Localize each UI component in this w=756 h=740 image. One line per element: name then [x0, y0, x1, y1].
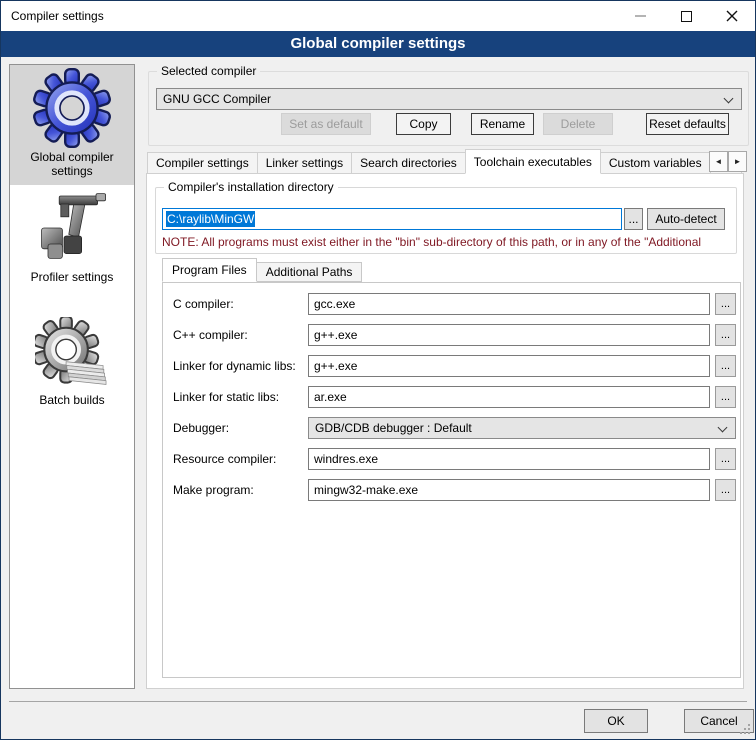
field-combo-value: GDB/CDB debugger : Default — [315, 421, 472, 435]
minimize-button[interactable] — [617, 1, 663, 31]
toolchain-row: C compiler: ... — [163, 293, 740, 315]
field-input-wrap — [308, 293, 710, 315]
browse-button[interactable]: ... — [715, 479, 736, 501]
set-as-default-button[interactable]: Set as default — [281, 113, 371, 135]
field-label: Resource compiler: — [173, 448, 276, 470]
installation-directory-value: C:\raylib\MinGW — [166, 211, 255, 227]
dialog-banner: Global compiler settings — [1, 31, 755, 57]
blue-gear-icon — [32, 68, 112, 148]
field-label: Make program: — [173, 479, 254, 501]
field-input-wrap — [308, 355, 710, 377]
sidebar-item-global-compiler-settings[interactable]: Global compiler settings — [10, 65, 134, 185]
chevron-down-icon — [724, 94, 734, 104]
copy-button[interactable]: Copy — [396, 113, 451, 135]
field-label: Debugger: — [173, 417, 229, 439]
installation-directory-group-label: Compiler's installation directory — [164, 180, 338, 194]
toolchain-row: Linker for dynamic libs: ... — [163, 355, 740, 377]
window-title: Compiler settings — [1, 9, 104, 23]
tab-linker-settings[interactable]: Linker settings — [257, 152, 352, 174]
program-files-pane: C compiler: ... C++ compiler: ... Linker… — [162, 282, 741, 678]
dialog-body: Global compiler settings — [1, 57, 755, 739]
tab-search-directories[interactable]: Search directories — [351, 152, 466, 174]
installation-directory-browse-button[interactable]: ... — [624, 208, 643, 230]
toolchain-executables-panel: Compiler's installation directory C:\ray… — [146, 173, 744, 689]
sidebar-item-label: Global compiler settings — [10, 148, 134, 178]
arrow-right-icon: ► — [734, 157, 742, 166]
batch-builds-gear-stack-icon — [35, 317, 109, 391]
field-input-wrap — [308, 479, 710, 501]
titlebar: Compiler settings — [1, 1, 755, 31]
compiler-select-value: GNU GCC Compiler — [163, 92, 271, 106]
window-controls — [617, 1, 755, 31]
field-label: C++ compiler: — [173, 324, 248, 346]
browse-button[interactable]: ... — [715, 293, 736, 315]
field-input-wrap — [308, 386, 710, 408]
tab-scroll-left-button[interactable]: ◄ — [709, 151, 728, 172]
field-label: Linker for dynamic libs: — [173, 355, 296, 377]
reset-defaults-button[interactable]: Reset defaults — [646, 113, 729, 135]
browse-button[interactable]: ... — [715, 386, 736, 408]
cancel-button[interactable]: Cancel — [684, 709, 754, 733]
field-input[interactable] — [308, 448, 710, 470]
profiler-caliper-icon — [32, 188, 112, 268]
sidebar-item-profiler-settings[interactable]: Profiler settings — [10, 188, 134, 288]
maximize-button[interactable] — [663, 1, 709, 31]
maximize-icon — [681, 11, 692, 22]
browse-button[interactable]: ... — [715, 355, 736, 377]
subtab-program-files[interactable]: Program Files — [162, 258, 257, 282]
field-input[interactable] — [308, 293, 710, 315]
arrow-left-icon: ◄ — [715, 157, 723, 166]
compiler-settings-tabs: Compiler settings Linker settings Search… — [147, 151, 741, 174]
field-input[interactable] — [308, 386, 710, 408]
field-input[interactable] — [308, 355, 710, 377]
rename-button[interactable]: Rename — [471, 113, 534, 135]
resize-grip[interactable] — [748, 732, 750, 734]
browse-button[interactable]: ... — [715, 324, 736, 346]
browse-button[interactable]: ... — [715, 448, 736, 470]
selected-compiler-group-label: Selected compiler — [157, 64, 260, 78]
tab-compiler-settings[interactable]: Compiler settings — [147, 152, 258, 174]
sidebar-item-label: Profiler settings — [10, 268, 134, 284]
compiler-select-combo[interactable]: GNU GCC Compiler — [156, 88, 742, 110]
field-label: C compiler: — [173, 293, 234, 315]
settings-category-list: Global compiler settings — [9, 64, 135, 689]
chevron-down-icon — [718, 423, 728, 433]
subtab-additional-paths[interactable]: Additional Paths — [256, 262, 363, 282]
sidebar-item-label: Batch builds — [10, 391, 134, 407]
ok-button[interactable]: OK — [584, 709, 648, 733]
close-icon — [726, 10, 738, 22]
toolchain-row: Resource compiler: ... — [163, 448, 740, 470]
toolchain-row: C++ compiler: ... — [163, 324, 740, 346]
auto-detect-button[interactable]: Auto-detect — [647, 208, 725, 230]
field-combo[interactable]: GDB/CDB debugger : Default — [308, 417, 736, 439]
field-input-wrap — [308, 448, 710, 470]
field-input[interactable] — [308, 324, 710, 346]
toolchain-subtabs: Program Files Additional Paths — [162, 260, 361, 282]
delete-button[interactable]: Delete — [543, 113, 613, 135]
footer-separator — [9, 701, 747, 702]
close-button[interactable] — [709, 1, 755, 31]
field-input-wrap — [308, 324, 710, 346]
field-label: Linker for static libs: — [173, 386, 279, 408]
tab-scroll-right-button[interactable]: ► — [728, 151, 747, 172]
field-input[interactable] — [308, 479, 710, 501]
toolchain-row: Debugger: GDB/CDB debugger : Default — [163, 417, 740, 439]
compiler-settings-dialog: Compiler settings Global compiler settin… — [0, 0, 756, 740]
tab-custom-variables[interactable]: Custom variables — [600, 152, 711, 174]
installation-directory-input[interactable]: C:\raylib\MinGW — [162, 208, 622, 230]
bin-subdirectory-note: NOTE: All programs must exist either in … — [162, 235, 724, 249]
tab-toolchain-executables[interactable]: Toolchain executables — [465, 149, 601, 174]
toolchain-row: Make program: ... — [163, 479, 740, 501]
toolchain-row: Linker for static libs: ... — [163, 386, 740, 408]
minimize-icon — [635, 15, 646, 17]
sidebar-item-batch-builds[interactable]: Batch builds — [10, 317, 134, 412]
